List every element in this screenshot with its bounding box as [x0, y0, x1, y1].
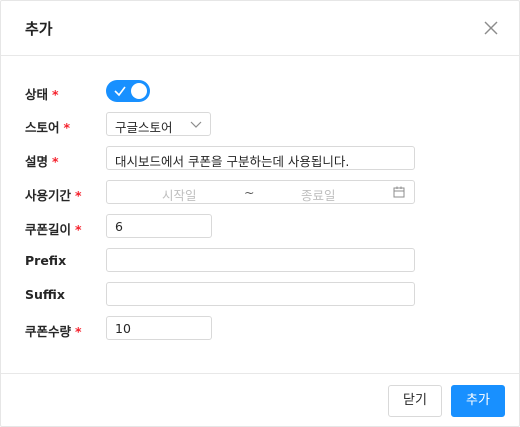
close-button[interactable]: 닫기	[388, 385, 442, 417]
status-toggle[interactable]	[106, 80, 150, 102]
range-separator: ~	[244, 185, 255, 200]
end-date-placeholder[interactable]: 종료일	[301, 185, 336, 204]
description-input[interactable]: 대시보드에서 쿠폰을 구분하는데 사용됩니다.	[106, 146, 415, 170]
prefix-input[interactable]	[106, 248, 415, 272]
suffix-input[interactable]	[106, 282, 415, 306]
coupon-count-label: 쿠폰수량 *	[25, 324, 82, 339]
close-icon[interactable]	[481, 18, 501, 38]
dialog-title: 추가	[25, 20, 53, 38]
required-mark: *	[52, 154, 59, 169]
required-mark: *	[75, 222, 82, 237]
period-label: 사용기간 *	[25, 188, 82, 203]
coupon-count-value: 10	[115, 321, 131, 336]
add-button[interactable]: 추가	[451, 385, 505, 417]
suffix-label: Suffix	[25, 287, 65, 302]
required-mark: *	[75, 324, 82, 339]
coupon-count-input[interactable]: 10	[106, 316, 212, 340]
store-select[interactable]: 구글스토어	[106, 112, 211, 136]
store-select-value: 구글스토어	[115, 120, 173, 135]
required-mark: *	[63, 120, 71, 135]
period-range-picker[interactable]: 시작일 ~ 종료일	[106, 180, 415, 204]
coupon-length-label: 쿠폰길이 *	[25, 222, 82, 237]
footer-divider	[1, 373, 519, 374]
dialog-header: 추가	[1, 1, 519, 56]
toggle-knob	[131, 83, 147, 99]
coupon-length-value: 6	[115, 219, 123, 234]
status-label: 상태 *	[25, 87, 59, 102]
chevron-down-icon	[190, 121, 202, 128]
coupon-length-input[interactable]: 6	[106, 214, 212, 238]
add-coupon-dialog: 추가 상태 * 스토어 * 구글스토어 설명 * 대시보드에서 쿠폰을 구분하는데 사…	[0, 0, 520, 427]
start-date-placeholder[interactable]: 시작일	[162, 185, 197, 204]
prefix-label: Prefix	[25, 253, 67, 268]
description-placeholder: 대시보드에서 쿠폰을 구분하는데 사용됩니다.	[115, 154, 350, 169]
calendar-icon	[393, 186, 405, 198]
required-mark: *	[52, 87, 59, 102]
check-icon	[114, 86, 126, 97]
store-label: 스토어 *	[25, 120, 71, 135]
required-mark: *	[75, 188, 82, 203]
description-label: 설명 *	[25, 154, 59, 169]
